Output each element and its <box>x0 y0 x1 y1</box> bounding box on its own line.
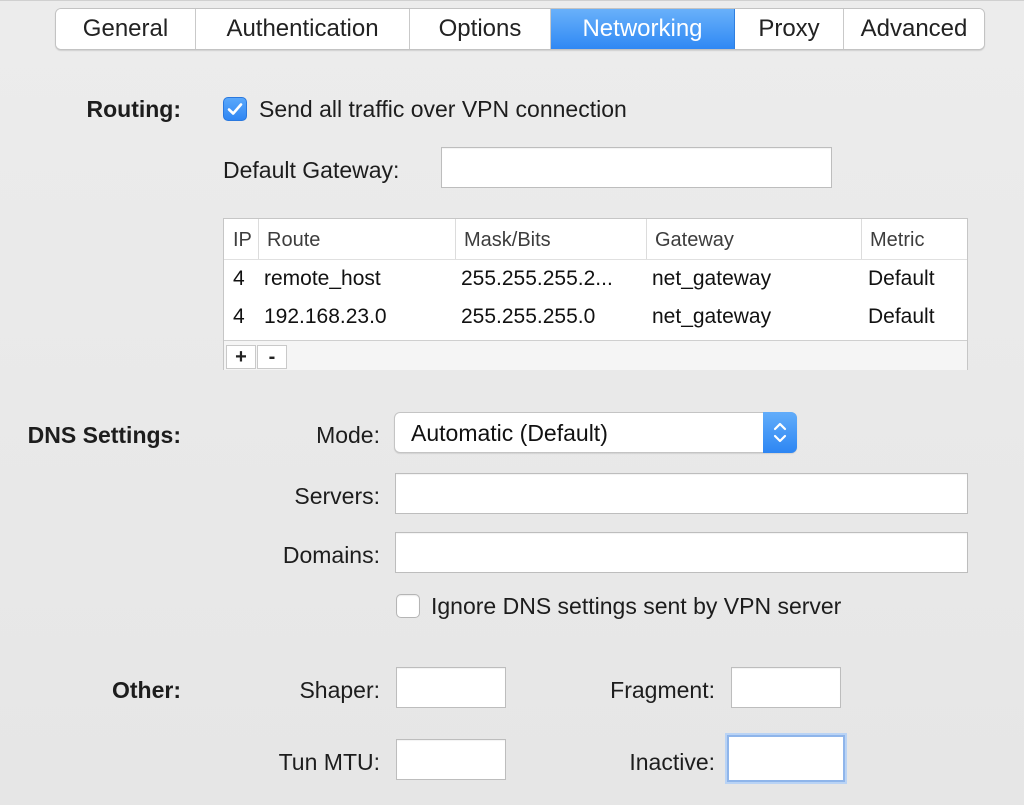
dns-domains-label: Domains: <box>282 542 380 568</box>
tun-mtu-input[interactable] <box>396 739 506 780</box>
send-all-traffic-checkbox[interactable] <box>223 97 247 121</box>
tab-advanced[interactable]: Advanced <box>844 9 984 49</box>
ignore-dns-checkbox[interactable] <box>396 594 420 618</box>
column-header-gateway[interactable]: Gateway <box>646 219 861 259</box>
ignore-dns-label: Ignore DNS settings sent by VPN server <box>431 593 842 619</box>
add-route-button[interactable]: + <box>226 345 256 369</box>
tab-options[interactable]: Options <box>410 9 551 49</box>
inactive-input[interactable] <box>727 735 845 782</box>
shaper-input[interactable] <box>396 667 506 708</box>
column-header-route[interactable]: Route <box>258 219 455 259</box>
dns-domains-input[interactable] <box>395 532 968 573</box>
table-row[interactable]: 4 remote_host 255.255.255.2... net_gatew… <box>224 260 967 298</box>
route-mask-cell: 255.255.255.2... <box>461 267 613 290</box>
dns-mode-label: Mode: <box>316 422 380 448</box>
dns-mode-value: Automatic (Default) <box>411 420 608 446</box>
column-header-ip[interactable]: IP <box>226 219 258 259</box>
window-top-divider <box>0 0 1024 1</box>
tab-bar: General Authentication Options Networkin… <box>55 8 985 50</box>
inactive-label: Inactive: <box>629 749 715 775</box>
chevron-updown-icon <box>773 422 787 443</box>
default-gateway-input[interactable] <box>441 147 832 188</box>
routes-table-toolbar: + - <box>224 340 967 370</box>
table-row[interactable]: 4 192.168.23.0 255.255.255.0 net_gateway… <box>224 298 967 336</box>
routes-table: IP Route Mask/Bits Gateway Metric 4 remo… <box>223 218 968 370</box>
route-cell: remote_host <box>264 267 381 290</box>
tun-mtu-label: Tun MTU: <box>278 749 380 775</box>
default-gateway-label: Default Gateway: <box>223 157 400 183</box>
column-header-metric[interactable]: Metric <box>861 219 967 259</box>
dns-servers-label: Servers: <box>294 483 380 509</box>
dns-mode-stepper[interactable] <box>763 412 797 453</box>
route-ip-cell: 4 <box>233 305 245 328</box>
shaper-label: Shaper: <box>299 677 380 703</box>
dns-servers-input[interactable] <box>395 473 968 514</box>
route-gateway-cell: net_gateway <box>652 305 772 328</box>
route-gateway-cell: net_gateway <box>652 267 772 290</box>
tab-authentication[interactable]: Authentication <box>196 9 410 49</box>
route-metric-cell: Default <box>868 267 935 290</box>
remove-route-button[interactable]: - <box>257 345 287 369</box>
dns-mode-select[interactable]: Automatic (Default) <box>394 412 797 453</box>
route-ip-cell: 4 <box>233 267 245 290</box>
column-header-mask[interactable]: Mask/Bits <box>455 219 646 259</box>
checkmark-icon <box>227 103 243 115</box>
fragment-input[interactable] <box>731 667 841 708</box>
route-metric-cell: Default <box>868 305 935 328</box>
fragment-label: Fragment: <box>610 677 715 703</box>
tab-proxy[interactable]: Proxy <box>735 9 844 49</box>
tab-networking[interactable]: Networking <box>551 9 735 49</box>
routes-table-header: IP Route Mask/Bits Gateway Metric <box>224 219 967 260</box>
dns-section-label: DNS Settings: <box>27 422 181 448</box>
route-cell: 192.168.23.0 <box>264 305 387 328</box>
route-mask-cell: 255.255.255.0 <box>461 305 596 328</box>
other-section-label: Other: <box>112 677 181 703</box>
tab-general[interactable]: General <box>56 9 196 49</box>
send-all-traffic-label: Send all traffic over VPN connection <box>259 96 627 122</box>
routing-section-label: Routing: <box>86 96 181 122</box>
